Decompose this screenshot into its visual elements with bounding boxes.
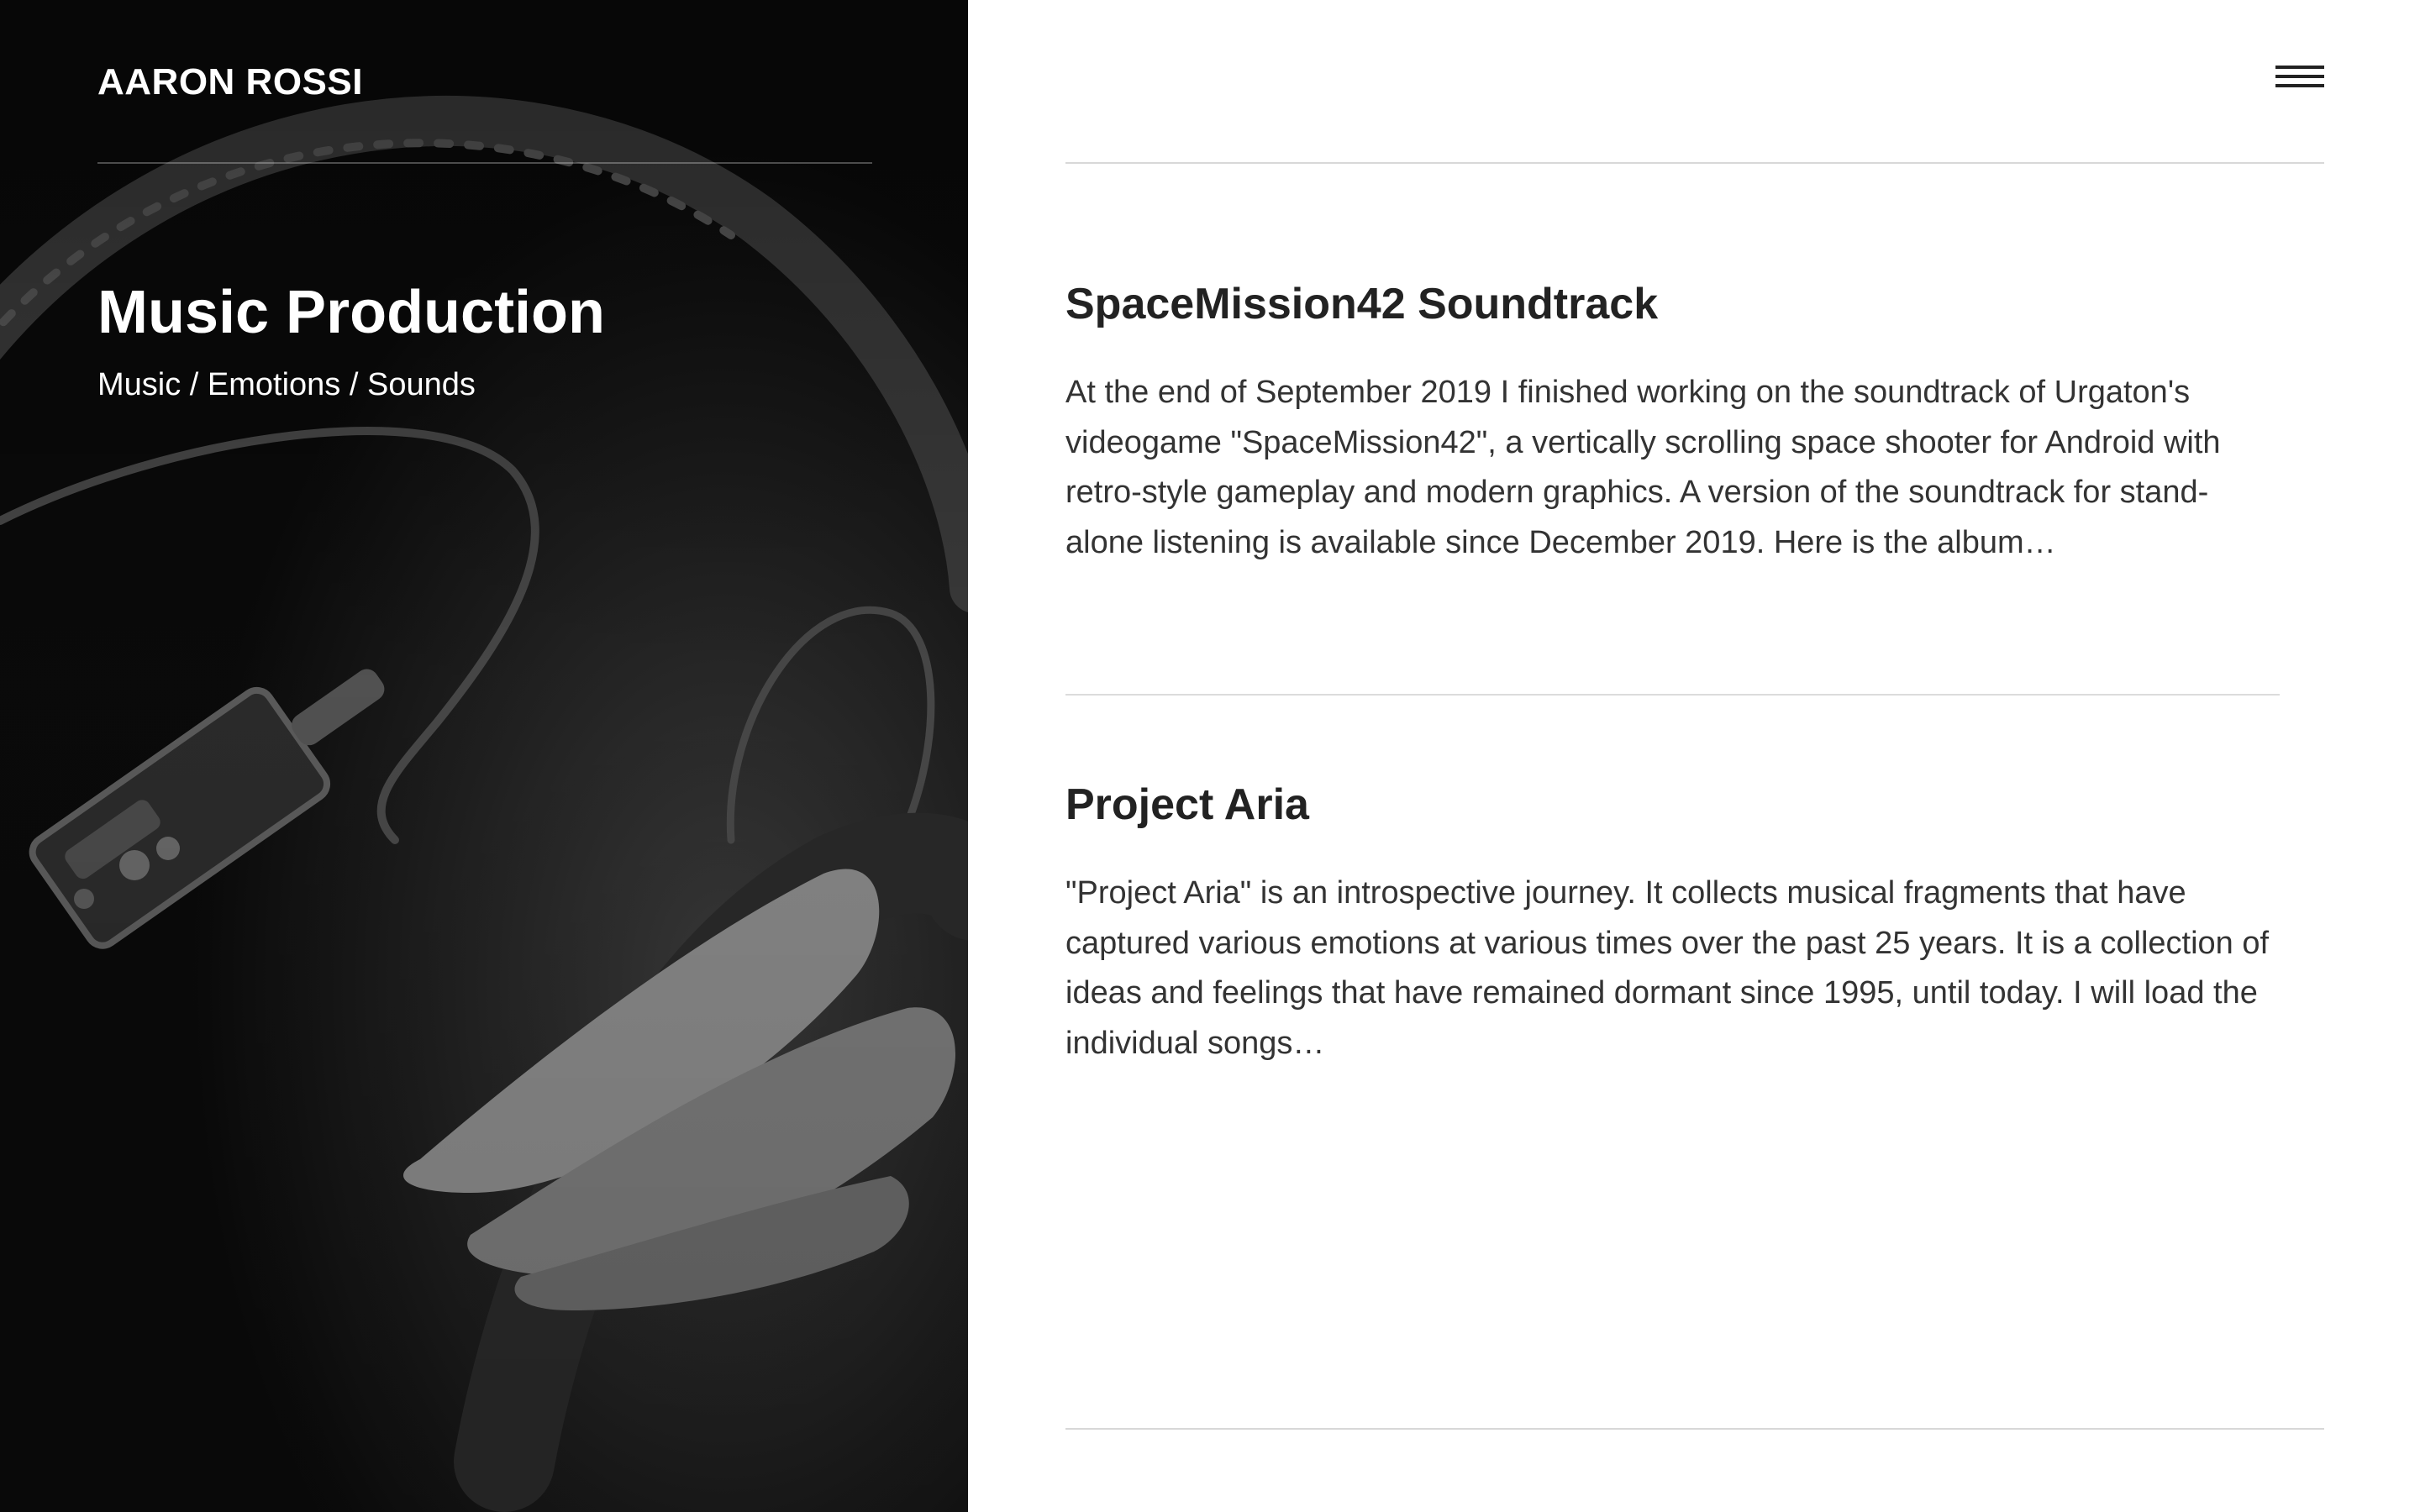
- page: AARON ROSSI Music Production Music / Emo…: [0, 0, 2420, 1512]
- post-excerpt: "Project Aria" is an introspective journ…: [1065, 875, 2270, 1061]
- post-title-link[interactable]: SpaceMission42 Soundtrack: [1065, 277, 2280, 331]
- page-title: Music Production: [97, 279, 606, 346]
- post-item: SpaceMission42 Soundtrack At the end of …: [1065, 277, 2280, 568]
- hero-divider: [97, 162, 872, 164]
- post-excerpt: At the end of September 2019 I finished …: [1065, 375, 2221, 560]
- hero-shade-overlay: [0, 0, 968, 1512]
- post-title-link[interactable]: Project Aria: [1065, 778, 2280, 832]
- post-item: Project Aria "Project Aria" is an intros…: [1065, 778, 2280, 1068]
- site-title[interactable]: AARON ROSSI: [97, 60, 363, 104]
- top-divider: [1065, 162, 2324, 164]
- hamburger-menu-icon[interactable]: [2275, 66, 2324, 96]
- hero-panel: AARON ROSSI Music Production Music / Emo…: [0, 0, 968, 1512]
- main-content: SpaceMission42 Soundtrack At the end of …: [968, 0, 2420, 1512]
- bottom-divider: [1065, 1428, 2324, 1430]
- post-divider: [1065, 694, 2280, 696]
- page-subtitle: Music / Emotions / Sounds: [97, 367, 476, 402]
